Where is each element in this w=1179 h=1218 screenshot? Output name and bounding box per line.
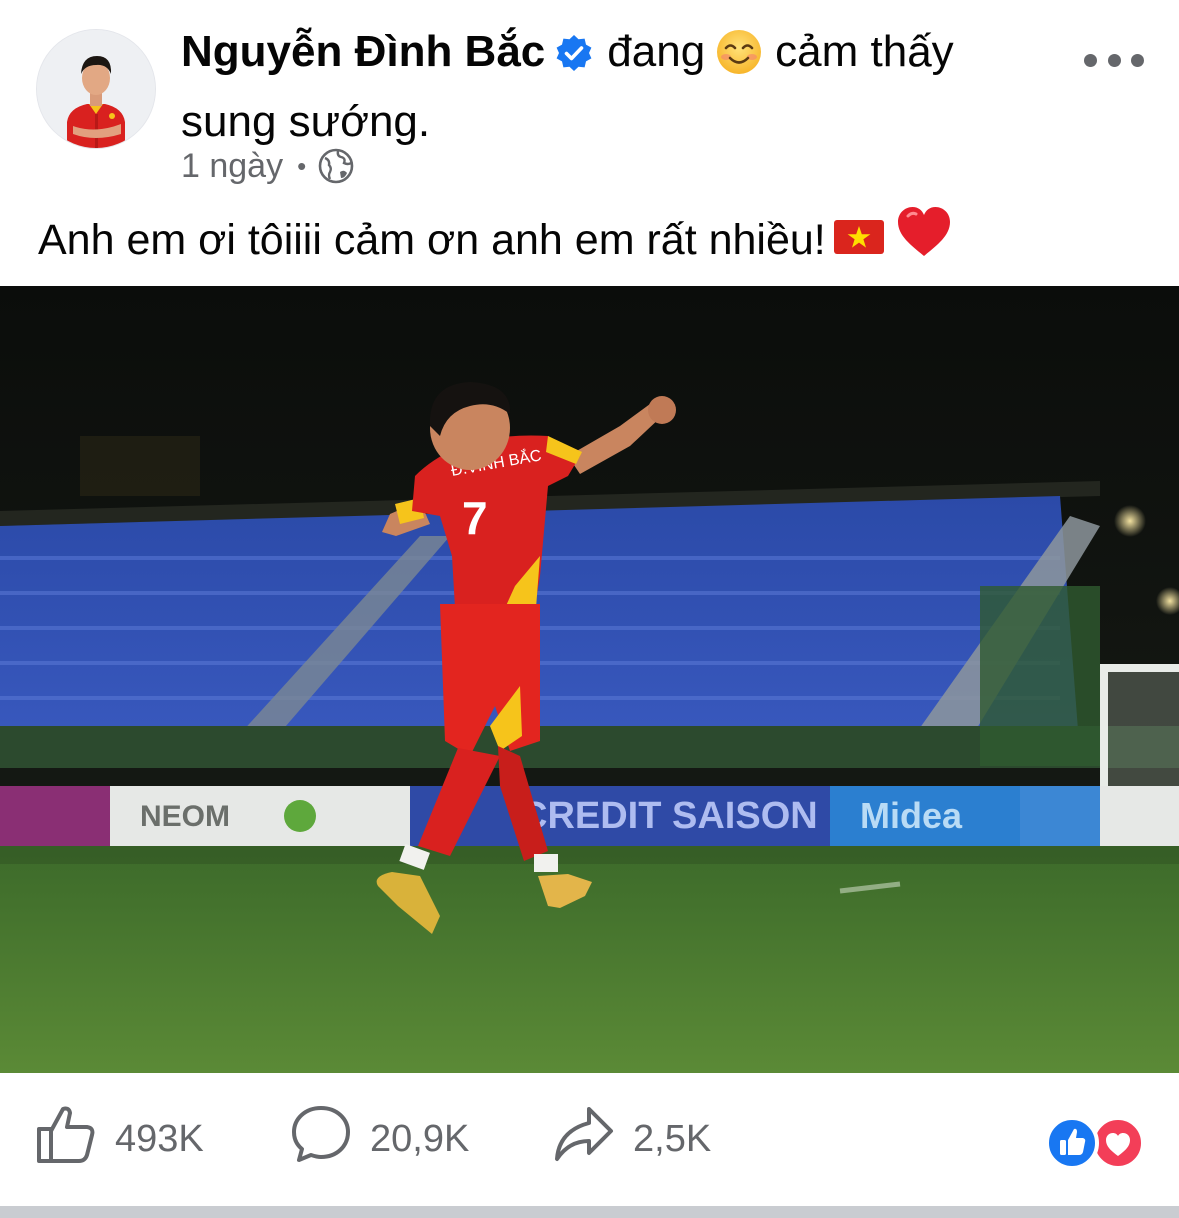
author-name[interactable]: Nguyễn Đình Bắc (181, 27, 545, 76)
post-meta: 1 ngày • (181, 142, 354, 190)
globe-icon[interactable] (318, 148, 354, 184)
post-body-text: Anh em ơi tôiiii cảm ơn anh em rất nhiều… (38, 216, 826, 264)
comment-button[interactable]: 20,9K (290, 1104, 469, 1174)
like-reaction-icon (1045, 1116, 1099, 1170)
author-avatar[interactable] (37, 30, 155, 148)
svg-text:NEOM: NEOM (140, 800, 230, 833)
post-photo[interactable]: NEOM CREDIT SAISON Midea Đ.VINH BẮC 7 (0, 286, 1179, 1073)
svg-text:7: 7 (462, 492, 488, 544)
share-button[interactable]: 2,5K (553, 1104, 711, 1174)
comment-icon (290, 1103, 352, 1175)
post-timestamp[interactable]: 1 ngày (181, 142, 283, 190)
love-reaction-icon (1091, 1116, 1145, 1170)
reaction-summary[interactable] (1044, 1116, 1148, 1170)
svg-text:Midea: Midea (860, 795, 963, 836)
post-header-text: Nguyễn Đình Bắc đang cảm thấy sung sướng… (181, 22, 1061, 152)
like-count: 493K (115, 1117, 204, 1160)
verified-badge-icon (555, 28, 593, 88)
like-icon (35, 1103, 97, 1175)
vietnam-flag-icon (833, 210, 884, 270)
like-button[interactable]: 493K (35, 1104, 204, 1174)
post-header: Nguyễn Đình Bắc đang cảm thấy sung sướng… (0, 0, 1179, 200)
feeling-prefix: đang (607, 27, 706, 76)
smiling-face-icon (715, 28, 763, 92)
comment-count: 20,9K (370, 1117, 470, 1160)
share-count: 2,5K (633, 1117, 712, 1160)
red-heart-icon (896, 206, 952, 274)
post-divider (0, 1206, 1179, 1218)
share-icon (553, 1103, 615, 1175)
more-options-icon[interactable] (1084, 46, 1144, 74)
svg-text:CREDIT SAISON: CREDIT SAISON (520, 795, 818, 837)
meta-separator: • (297, 151, 307, 181)
post-body: Anh em ơi tôiiii cảm ơn anh em rất nhiều… (38, 206, 1138, 274)
